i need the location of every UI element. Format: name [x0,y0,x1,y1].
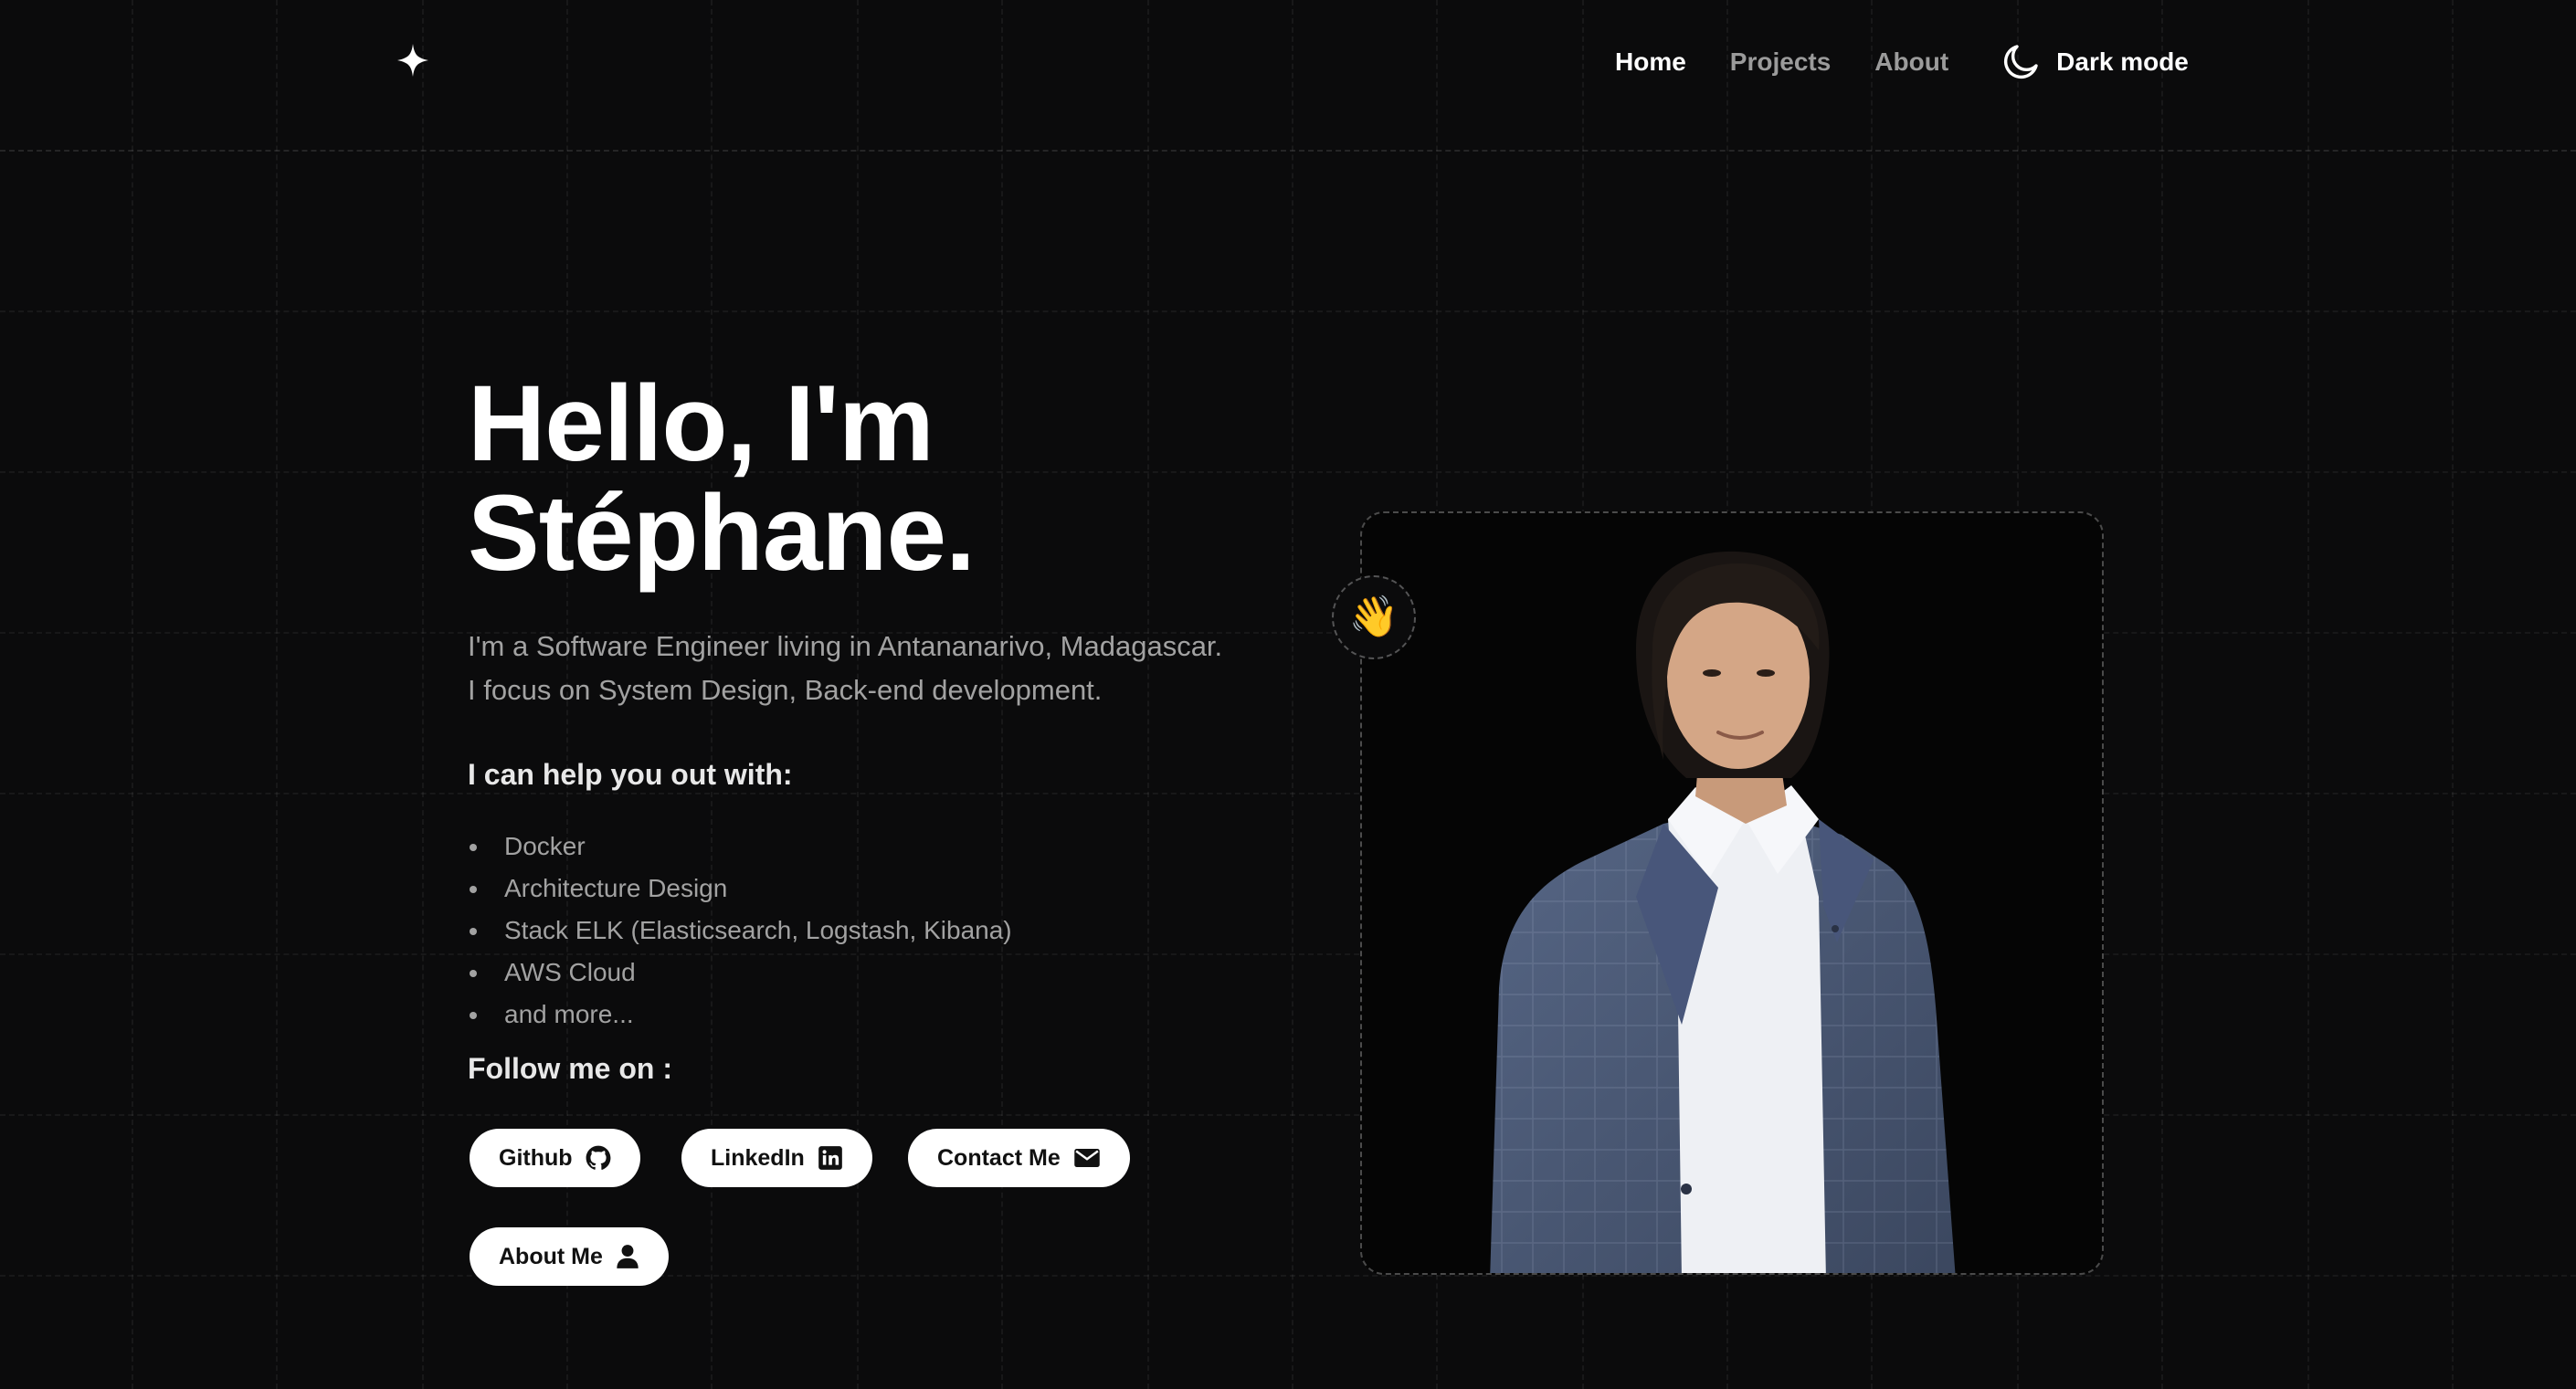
main-nav: Home Projects About Dark mode [1615,42,2189,82]
portfolio-page: Home Projects About Dark mode Hello, I'm… [0,0,2576,1389]
about-me-button-label: About Me [499,1243,603,1269]
skill-item: AWS Cloud [468,952,1012,994]
linkedin-icon [818,1146,842,1170]
hero-title-line2: Stéphane. [468,473,976,594]
contact-button[interactable]: Contact Me [908,1129,1130,1187]
nav-home[interactable]: Home [1615,47,1686,77]
user-icon [617,1245,639,1268]
dark-mode-label: Dark mode [2056,47,2189,76]
moon-icon [2004,45,2038,79]
skill-item: Stack ELK (Elasticsearch, Logstash, Kiba… [468,910,1012,952]
skill-item: Docker [468,826,1012,868]
github-button-label: Github [499,1144,573,1171]
dark-mode-toggle[interactable]: Dark mode [2001,43,2189,81]
skills-list: Docker Architecture Design Stack ELK (El… [468,826,1012,1036]
hero-title: Hello, I'm Stéphane. [468,363,976,594]
contact-button-label: Contact Me [937,1144,1061,1171]
hero-intro: I'm a Software Engineer living in Antana… [468,625,1222,712]
linkedin-button[interactable]: LinkedIn [681,1129,872,1187]
follow-title: Follow me on : [468,1052,672,1085]
profile-photo [1490,551,1956,1273]
nav-about[interactable]: About [1874,47,1948,77]
about-me-button[interactable]: About Me [470,1227,669,1286]
profile-photo-card [1360,511,2104,1275]
help-title: I can help you out with: [468,758,793,791]
hero-intro-line1: I'm a Software Engineer living in Antana… [468,630,1223,662]
nav-projects[interactable]: Projects [1730,47,1832,77]
github-icon [586,1145,610,1170]
mail-icon [1073,1149,1100,1167]
skill-item: and more... [468,994,1012,1036]
github-button[interactable]: Github [470,1129,640,1187]
sparkle-icon[interactable] [395,42,431,79]
hero-title-line1: Hello, I'm [468,363,934,484]
hero-intro-line2: I focus on System Design, Back-end devel… [468,674,1103,706]
wave-badge: 👋 [1332,575,1416,659]
linkedin-button-label: LinkedIn [711,1144,805,1171]
skill-item: Architecture Design [468,868,1012,910]
waving-hand-icon: 👋 [1348,595,1399,639]
